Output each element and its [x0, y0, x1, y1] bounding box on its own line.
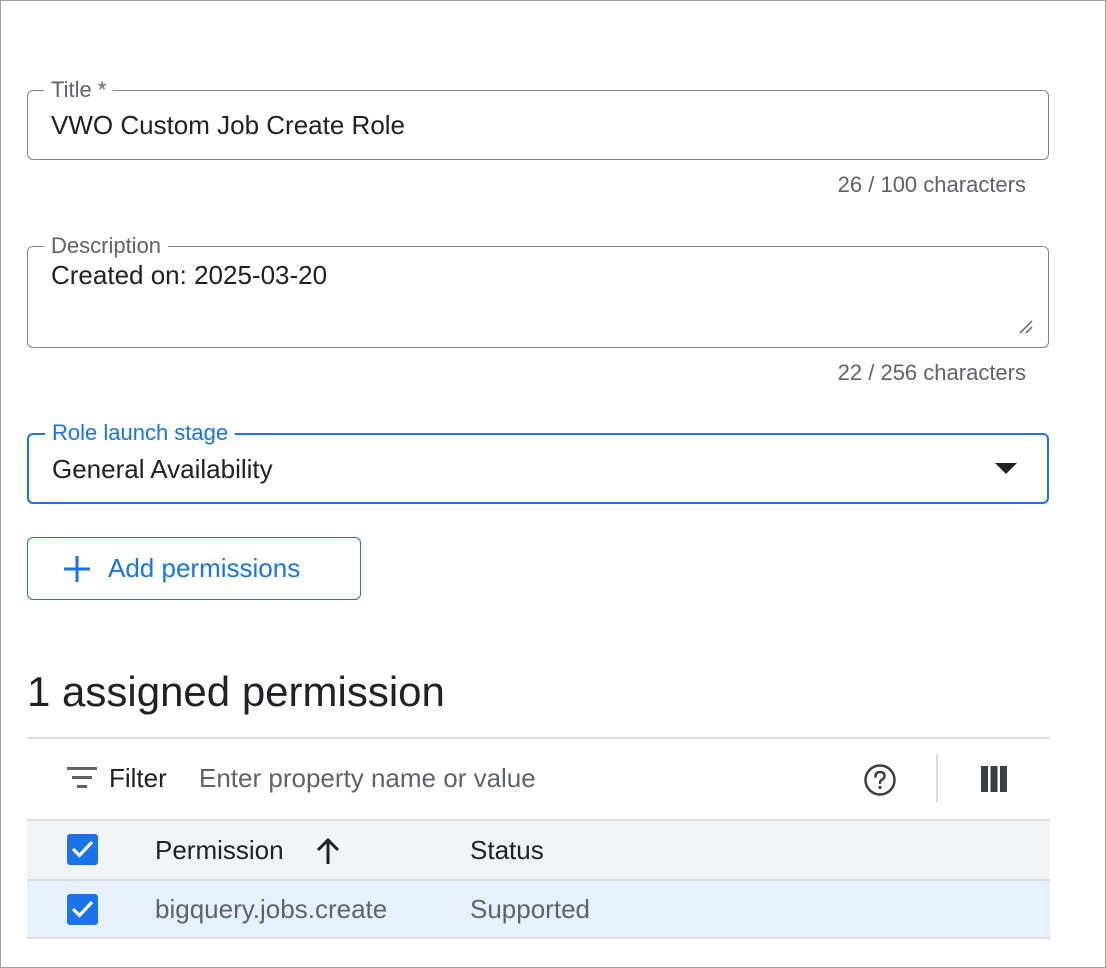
title-char-counter: 26 / 100 characters [837, 172, 1026, 197]
toolbar-separator [936, 754, 938, 802]
column-header-status[interactable]: Status [470, 835, 544, 866]
description-input[interactable]: Created on: 2025-03-20 [51, 259, 327, 291]
columns-icon[interactable] [981, 766, 1007, 792]
add-permissions-button[interactable]: Add permissions [27, 537, 361, 600]
launch-stage-value: General Availability [52, 454, 273, 484]
description-field[interactable]: Description Created on: 2025-03-20 [27, 233, 1049, 348]
row-checkbox[interactable] [67, 894, 98, 925]
filter-input[interactable] [197, 757, 821, 799]
plus-icon [64, 555, 90, 582]
filter-icon[interactable] [67, 767, 97, 789]
resize-grip-icon[interactable] [1018, 319, 1034, 335]
title-label: Title * [44, 77, 114, 103]
launch-stage-select[interactable]: Role launch stage General Availability [27, 420, 1049, 504]
dropdown-arrow-icon[interactable] [995, 463, 1017, 474]
help-icon[interactable] [863, 763, 897, 797]
description-char-counter: 22 / 256 characters [837, 360, 1026, 385]
sort-ascending-icon[interactable] [315, 837, 341, 865]
permission-cell: bigquery.jobs.create [155, 894, 388, 924]
title-field[interactable]: Title * VWO Custom Job Create Role [27, 77, 1049, 160]
title-input[interactable]: VWO Custom Job Create Role [51, 109, 405, 141]
description-label: Description [44, 233, 169, 259]
launch-stage-label: Role launch stage [45, 420, 236, 446]
status-cell: Supported [470, 894, 590, 924]
checkbox-checked-icon [71, 900, 94, 918]
permissions-table: Permission Status bigquery.jobs.create S… [27, 819, 1050, 939]
filter-label[interactable]: Filter [109, 763, 167, 794]
select-all-checkbox[interactable] [67, 834, 98, 865]
table-row[interactable]: bigquery.jobs.create Supported [27, 881, 1050, 939]
filter-bar: Filter [27, 739, 1050, 819]
assigned-permissions-heading: 1 assigned permission [27, 668, 445, 715]
column-header-permission[interactable]: Permission [155, 835, 284, 866]
checkbox-checked-icon [71, 840, 94, 858]
table-header-row: Permission Status [27, 819, 1050, 881]
add-permissions-label: Add permissions [108, 553, 301, 583]
